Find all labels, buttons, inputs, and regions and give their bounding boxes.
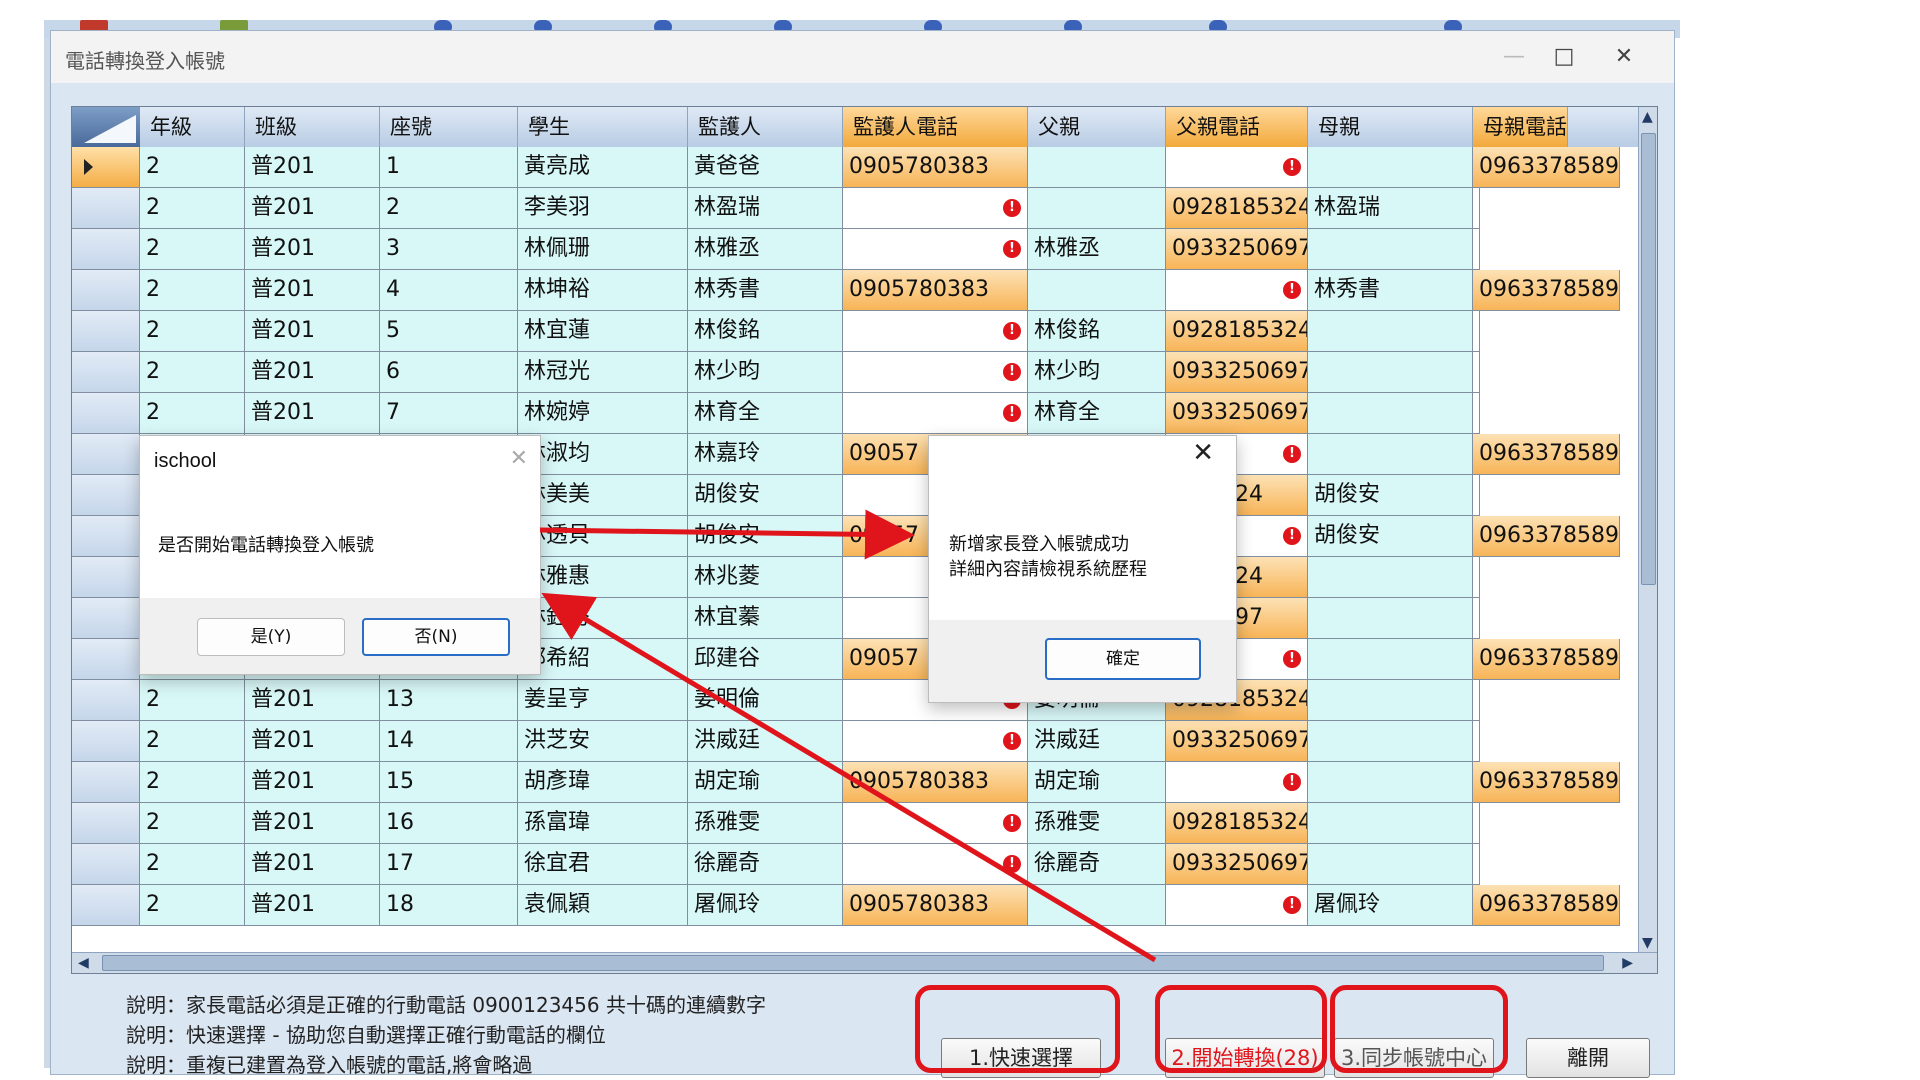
- arrow-to-success-dialog: [539, 509, 915, 560]
- arrow-to-confirm-dialog: [541, 592, 1157, 963]
- annotation-arrows: [539, 509, 1157, 963]
